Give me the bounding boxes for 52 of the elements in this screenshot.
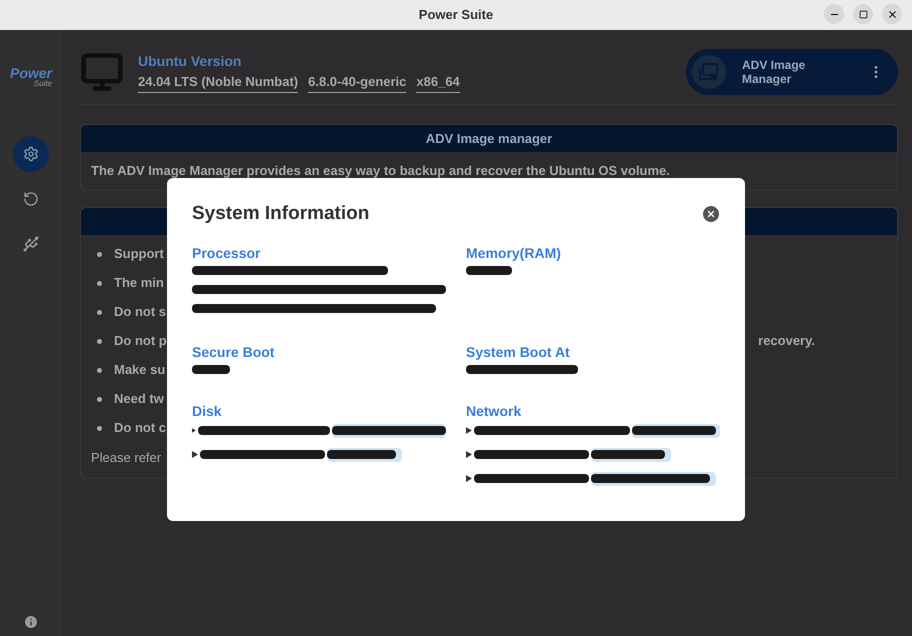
close-button[interactable] [882, 4, 902, 24]
app-chip-label: ADV Image Manager [742, 58, 806, 86]
system-label: Ubuntu Version [138, 52, 242, 72]
note-text: Do not p [114, 332, 167, 350]
logo-title: Power [10, 66, 52, 80]
note-text: Make su [114, 361, 166, 380]
close-button[interactable] [703, 206, 719, 222]
note-text: Do not s [114, 303, 166, 322]
section-label: System Boot At [466, 344, 570, 360]
intro-card-title: ADV Image manager [426, 130, 552, 148]
redacted-text [192, 364, 230, 374]
section-label: Network [466, 402, 522, 418]
usb-icon [22, 235, 40, 253]
caret-icon[interactable] [192, 451, 198, 458]
redacted-text [466, 266, 512, 274]
logo-subtitle: Suite [34, 80, 52, 88]
reload-icon [23, 191, 39, 207]
bullet-icon [97, 338, 102, 344]
bullet-icon [97, 368, 102, 372]
bullet-icon [97, 396, 102, 402]
caret-icon[interactable] [466, 475, 472, 482]
note-text: recovery. [758, 332, 815, 350]
bullet-icon [97, 310, 102, 314]
sidebar-item[interactable] [13, 136, 49, 172]
note-text: Support [114, 245, 164, 264]
app-chip[interactable]: ADV Image Manager [686, 49, 898, 95]
close-icon [706, 209, 716, 220]
section-label: Processor [192, 244, 260, 260]
close-icon [886, 8, 898, 20]
footer-text: Please refer [91, 448, 162, 466]
note-text: The min [114, 274, 164, 292]
system-value: 24.04 LTS (Noble Numbat) [138, 72, 298, 93]
maximize-button[interactable] [853, 4, 873, 24]
note-text: Do not c [114, 419, 166, 438]
redacted-text [327, 450, 396, 459]
maximize-icon [858, 10, 868, 18]
system-value: x86_64 [416, 72, 460, 93]
system-value: 6.8.0-40-generic [308, 72, 406, 93]
section-label: Secure Boot [192, 344, 274, 360]
caret-icon[interactable] [466, 451, 472, 458]
bullet-icon [97, 280, 102, 286]
computer-icon [80, 50, 124, 94]
window-title: Power Suite [418, 6, 494, 24]
dialog-title: System Information [192, 202, 370, 226]
info-icon[interactable] [23, 614, 39, 630]
section-label: Memory(RAM) [466, 244, 561, 260]
intro-text: The ADV Image Manager provides an easy way to backup and recover the Ubuntu OS volume. [90, 162, 671, 180]
gear-icon [23, 146, 39, 162]
bullet-icon [97, 426, 102, 430]
section-label: Disk [192, 402, 222, 418]
bullet-icon [97, 252, 102, 256]
note-text: Need tw [114, 390, 164, 408]
